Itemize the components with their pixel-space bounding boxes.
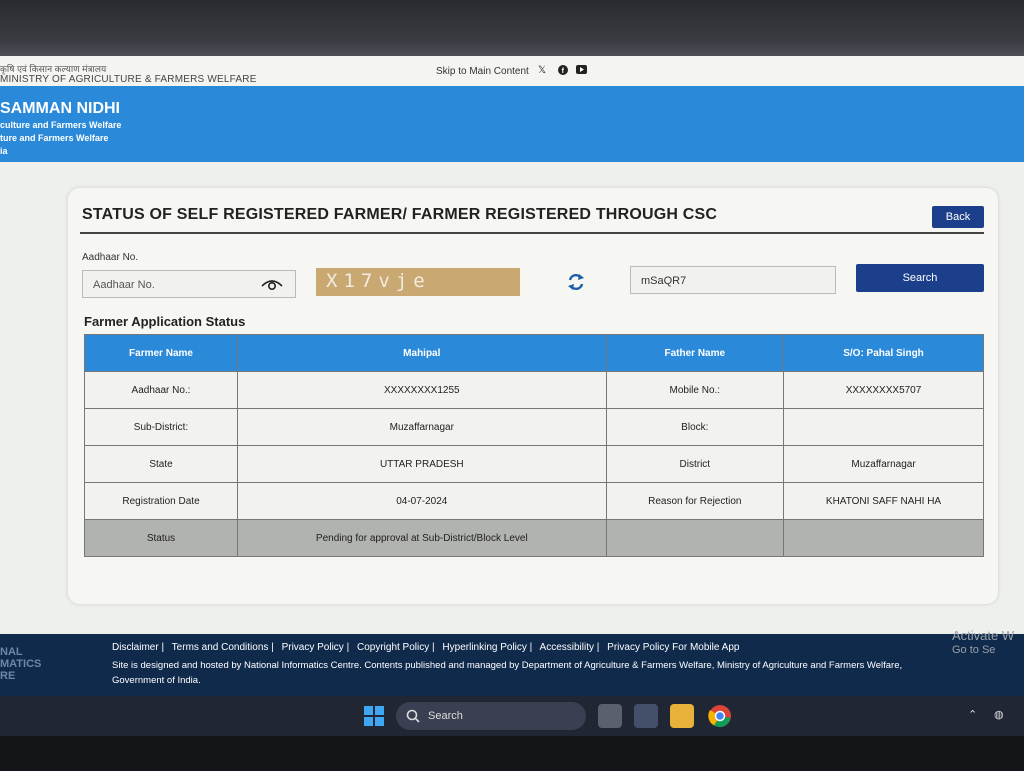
widgets-icon[interactable]	[634, 704, 658, 728]
x-icon[interactable]: 𝕏	[538, 65, 546, 76]
table-cell: 04-07-2024	[237, 482, 607, 520]
file-explorer-icon[interactable]	[670, 704, 694, 728]
table-row: State UTTAR PRADESH District Muzaffarnag…	[83, 445, 984, 483]
brand-subtitle-1: culture and Farmers Welfare	[0, 120, 122, 130]
table-cell: Block:	[605, 408, 785, 446]
footer-link-copyright[interactable]: Copyright Policy	[357, 642, 429, 653]
aadhaar-placeholder: Aadhaar No.	[93, 279, 155, 291]
table-cell: Aadhaar No.:	[83, 371, 239, 409]
eye-icon[interactable]	[261, 277, 283, 291]
captcha-input-value: mSaQR7	[641, 275, 687, 287]
table-cell: State	[83, 445, 239, 483]
table-cell: XXXXXXXX1255	[237, 371, 607, 409]
task-view-icon[interactable]	[598, 704, 622, 728]
captcha-input[interactable]: mSaQR7	[630, 266, 836, 294]
table-cell	[783, 408, 984, 446]
table-cell	[783, 519, 984, 557]
footer-link-hyperlinking[interactable]: Hyperlinking Policy	[442, 642, 526, 653]
ministry-name: MINISTRY OF AGRICULTURE & FARMERS WELFAR…	[0, 74, 257, 85]
site-footer: NAL MATICS RE Disclaimer | Terms and Condi…	[0, 628, 1024, 696]
table-cell: Reason for Rejection	[605, 482, 785, 520]
aadhaar-input[interactable]: Aadhaar No.	[82, 270, 296, 298]
tray-chevron-icon[interactable]: ⌃	[968, 708, 977, 721]
taskbar-search[interactable]: Search	[396, 702, 586, 730]
table-row: Registration Date 04-07-2024 Reason for …	[83, 482, 984, 520]
status-table: Farmer Name Mahipal Father Name S/O: Pah…	[83, 334, 984, 557]
footer-link-accessibility[interactable]: Accessibility	[540, 642, 594, 653]
table-cell: Father Name	[605, 334, 785, 372]
table-cell: District	[605, 445, 785, 483]
table-row: Status Pending for approval at Sub-Distr…	[83, 519, 984, 557]
table-cell: Muzaffarnagar	[237, 408, 607, 446]
aadhaar-label: Aadhaar No.	[82, 252, 139, 263]
refresh-captcha-icon[interactable]	[566, 272, 586, 292]
footer-links: Disclaimer | Terms and Conditions | Priv…	[112, 642, 740, 653]
footer-link-terms[interactable]: Terms and Conditions	[172, 642, 269, 653]
table-row: Aadhaar No.: XXXXXXXX1255 Mobile No.: XX…	[83, 371, 984, 409]
table-cell: S/O: Pahal Singh	[783, 334, 984, 372]
site-banner: SAMMAN NIDHI culture and Farmers Welfare…	[0, 86, 1024, 162]
table-row: Farmer Name Mahipal Father Name S/O: Pah…	[83, 334, 984, 372]
footer-link-privacy[interactable]: Privacy Policy	[282, 642, 344, 653]
nic-logo-text: NAL MATICS RE	[0, 646, 42, 682]
facebook-icon[interactable]: f	[558, 65, 568, 78]
table-row: Sub-District: Muzaffarnagar Block:	[83, 408, 984, 446]
section-title: Farmer Application Status	[84, 314, 246, 329]
search-icon	[406, 709, 420, 723]
captcha-image: X17vje	[316, 268, 520, 296]
back-button[interactable]: Back	[932, 206, 984, 228]
table-cell: Farmer Name	[83, 334, 239, 372]
youtube-icon[interactable]	[576, 65, 587, 77]
table-cell	[605, 519, 785, 557]
status-card: STATUS OF SELF REGISTERED FARMER/ FARMER…	[68, 188, 998, 604]
monitor-bezel	[0, 0, 1024, 58]
table-cell: XXXXXXXX5707	[783, 371, 984, 409]
table-cell: Status	[83, 519, 239, 557]
taskbar-search-label: Search	[428, 710, 463, 722]
table-cell: UTTAR PRADESH	[237, 445, 607, 483]
table-cell: Mahipal	[237, 334, 607, 372]
table-cell: Muzaffarnagar	[783, 445, 984, 483]
brand-subtitle-3: ia	[0, 146, 8, 156]
footer-link-disclaimer[interactable]: Disclaimer	[112, 642, 159, 653]
footer-disclaimer: Site is designed and hosted by National …	[112, 660, 903, 686]
captcha-text: X17vje	[326, 270, 431, 292]
table-cell: KHATONI SAFF NAHI HA	[783, 482, 984, 520]
table-cell: Registration Date	[83, 482, 239, 520]
activate-windows-sub: Go to Se	[952, 644, 996, 656]
table-cell: Sub-District:	[83, 408, 239, 446]
network-icon[interactable]: ◍	[994, 708, 1004, 721]
site-brand: SAMMAN NIDHI	[0, 100, 120, 117]
monitor-bezel-bottom	[0, 736, 1024, 771]
windows-start-icon[interactable]	[364, 706, 384, 726]
activate-windows-watermark: Activate W	[952, 628, 1015, 643]
table-cell: Mobile No.:	[605, 371, 785, 409]
skip-to-main-link[interactable]: Skip to Main Content	[436, 66, 529, 77]
taskbar: Search ⌃ ◍	[0, 696, 1024, 736]
top-bar: कृषि एवं किसान कल्याण मंत्रालय MINISTRY …	[0, 56, 1024, 86]
search-button[interactable]: Search	[856, 264, 984, 292]
chrome-icon[interactable]	[708, 704, 732, 728]
page-title: STATUS OF SELF REGISTERED FARMER/ FARMER…	[82, 206, 718, 223]
title-divider	[80, 232, 984, 234]
brand-subtitle-2: ture and Farmers Welfare	[0, 133, 109, 143]
footer-link-privacy-mobile[interactable]: Privacy Policy For Mobile App	[607, 642, 739, 653]
table-cell: Pending for approval at Sub-District/Blo…	[237, 519, 607, 557]
browser-viewport: कृषि एवं किसान कल्याण मंत्रालय MINISTRY …	[0, 56, 1024, 696]
